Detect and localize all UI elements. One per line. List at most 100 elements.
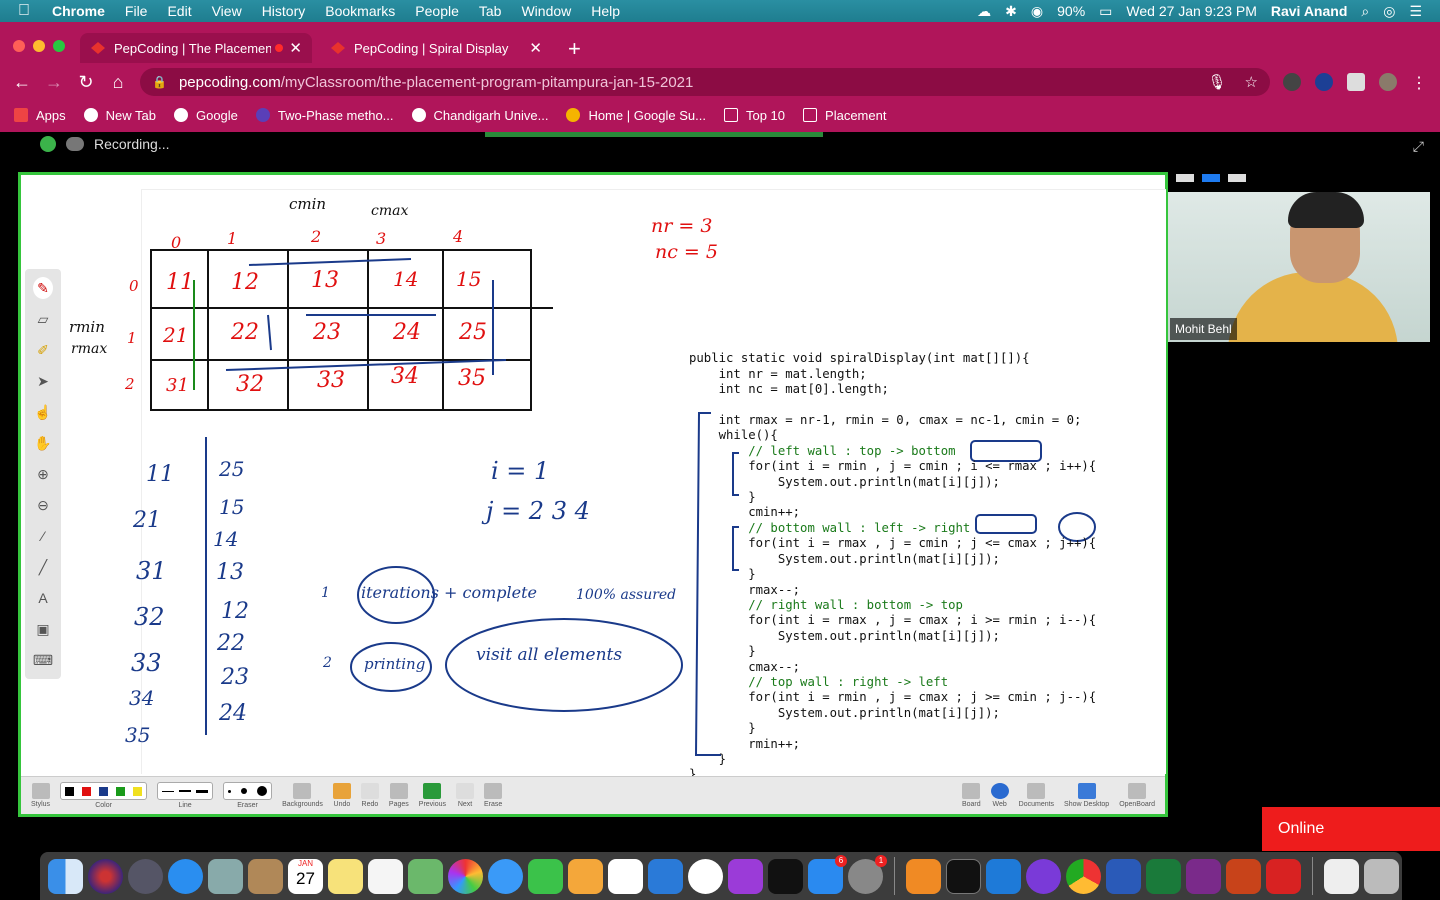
app-store-icon[interactable]: 6: [808, 854, 847, 894]
bookmark-star-icon[interactable]: ☆: [1245, 73, 1258, 91]
messages-icon[interactable]: [488, 858, 523, 894]
preview-icon[interactable]: [208, 858, 243, 894]
board-button[interactable]: Board: [962, 783, 981, 808]
eraser-large[interactable]: [257, 786, 268, 796]
onenote-icon[interactable]: [1186, 858, 1221, 894]
pen-icon[interactable]: ✎: [33, 277, 53, 299]
bluetooth-icon[interactable]: ✱: [1005, 3, 1017, 20]
spotlight-icon[interactable]: ⌕: [1361, 3, 1369, 20]
siri-icon[interactable]: ◎: [1383, 3, 1395, 20]
maps-icon[interactable]: [408, 858, 443, 894]
forward-icon[interactable]: →: [38, 72, 70, 93]
web-button[interactable]: Web: [990, 783, 1009, 808]
bookmark-new-tab[interactable]: New Tab: [83, 108, 156, 123]
eraser-small[interactable]: [228, 789, 232, 793]
zoom-in-icon[interactable]: ⊕: [33, 463, 53, 485]
eraser-icon[interactable]: ▱: [33, 308, 53, 330]
swatch-yellow[interactable]: [133, 786, 143, 796]
excel-icon[interactable]: [1146, 858, 1181, 894]
calendar-icon[interactable]: JAN 27: [288, 858, 323, 894]
capture-icon[interactable]: ▣: [33, 618, 53, 640]
swatch-green[interactable]: [116, 786, 126, 796]
fullscreen-icon[interactable]: ⤢: [1413, 138, 1424, 155]
online-status-button[interactable]: Online: [1262, 807, 1440, 851]
tab-close-icon[interactable]: ✕: [289, 39, 302, 57]
line-medium[interactable]: [179, 790, 192, 792]
menu-view[interactable]: View: [212, 3, 242, 19]
apple-icon[interactable]: : [18, 2, 30, 20]
swatch-blue[interactable]: [99, 786, 109, 796]
battery-icon[interactable]: ▭: [1099, 3, 1112, 20]
menu-tab[interactable]: Tab: [479, 3, 502, 19]
photos-icon[interactable]: [448, 858, 483, 894]
bookmark-two-phase[interactable]: Two-Phase metho...: [255, 108, 394, 123]
bookmark-chandigarh[interactable]: Chandigarh Unive...: [411, 108, 548, 123]
whiteboard[interactable]: cmin cmax rmin rmax nr = 3 nc = 5 0 1 2 …: [18, 172, 1168, 817]
bookmark-placement[interactable]: Placement: [803, 108, 886, 123]
openboard-button[interactable]: OpenBoard: [1119, 783, 1155, 808]
cloud-icon[interactable]: ☁: [977, 3, 991, 20]
home-icon[interactable]: ⌂: [102, 72, 134, 93]
minimize-video-icon[interactable]: [1176, 174, 1194, 182]
kebab-menu-icon[interactable]: ⋮: [1411, 73, 1427, 93]
bookmark-apps[interactable]: Apps: [14, 108, 66, 123]
extension-vu-blue-icon[interactable]: [1315, 73, 1333, 91]
laser-pointer-icon[interactable]: ⁄: [33, 525, 53, 547]
notes-icon[interactable]: [328, 858, 363, 894]
terminal-icon[interactable]: [946, 858, 981, 894]
redo-button[interactable]: Redo: [360, 783, 379, 808]
line-icon[interactable]: ╱: [33, 556, 53, 578]
contacts-icon[interactable]: [248, 858, 283, 894]
eraser-size-picker[interactable]: Eraser: [223, 782, 273, 809]
full-view-icon[interactable]: [1228, 174, 1246, 182]
facetime-icon[interactable]: [528, 858, 563, 894]
clock[interactable]: Wed 27 Jan 9:23 PM: [1126, 3, 1256, 19]
eraser-medium[interactable]: [241, 788, 248, 794]
system-preferences-icon[interactable]: 1: [848, 854, 887, 894]
chrome-icon[interactable]: [1066, 858, 1101, 894]
vscode-icon[interactable]: [986, 858, 1021, 894]
bookmark-google-sites[interactable]: Home | Google Su...: [566, 108, 706, 123]
maximize-window-button[interactable]: [53, 40, 65, 52]
highlighter-icon[interactable]: ✐: [33, 339, 53, 361]
puzzle-icon[interactable]: [1347, 73, 1365, 91]
line-width-picker[interactable]: Line: [157, 782, 214, 809]
powerpoint-icon[interactable]: [1226, 858, 1261, 894]
menu-window[interactable]: Window: [521, 3, 571, 19]
profile-avatar[interactable]: [1379, 73, 1397, 91]
text-icon[interactable]: A: [33, 587, 53, 609]
previous-button[interactable]: Previous: [419, 783, 446, 808]
keyboard-icon[interactable]: ⌨: [33, 649, 53, 671]
numbers-icon[interactable]: [608, 858, 643, 894]
address-bar[interactable]: 🔒 pepcoding.com /myClassroom/the-placeme…: [140, 68, 1270, 96]
next-button[interactable]: Next: [456, 783, 475, 808]
video-panel[interactable]: Mohit Behl: [1168, 164, 1430, 342]
back-icon[interactable]: ←: [6, 72, 38, 93]
github-desktop-icon[interactable]: [1026, 858, 1061, 894]
menu-bookmarks[interactable]: Bookmarks: [325, 3, 395, 19]
user-name[interactable]: Ravi Anand: [1271, 3, 1348, 19]
bookmark-google[interactable]: Google: [173, 108, 238, 123]
line-thick[interactable]: [196, 789, 209, 793]
tab-spiral-display[interactable]: PepCoding | Spiral Display ✕: [320, 33, 552, 63]
stylus-button[interactable]: Stylus: [31, 783, 50, 808]
wifi-icon[interactable]: ◉: [1031, 3, 1043, 20]
menu-people[interactable]: People: [415, 3, 459, 19]
document-stack-icon[interactable]: [1324, 858, 1359, 894]
podcasts-icon[interactable]: [728, 858, 763, 894]
new-tab-button[interactable]: +: [568, 36, 581, 62]
bookmark-top10[interactable]: Top 10: [723, 108, 785, 123]
zoom-out-icon[interactable]: ⊖: [33, 494, 53, 516]
close-window-button[interactable]: [13, 40, 25, 52]
music-icon[interactable]: [688, 858, 723, 894]
launchpad-icon[interactable]: [128, 858, 163, 894]
microphone-icon[interactable]: 🎙: [1208, 73, 1227, 91]
menu-app-name[interactable]: Chrome: [52, 3, 105, 19]
minimize-window-button[interactable]: [33, 40, 45, 52]
documents-button[interactable]: Documents: [1019, 783, 1054, 808]
color-picker[interactable]: Color: [60, 782, 148, 809]
show-desktop-button[interactable]: Show Desktop: [1064, 783, 1109, 808]
reminders-icon[interactable]: [368, 858, 403, 894]
finder-icon[interactable]: [48, 858, 83, 894]
lock-icon[interactable]: 🔒: [152, 75, 167, 89]
